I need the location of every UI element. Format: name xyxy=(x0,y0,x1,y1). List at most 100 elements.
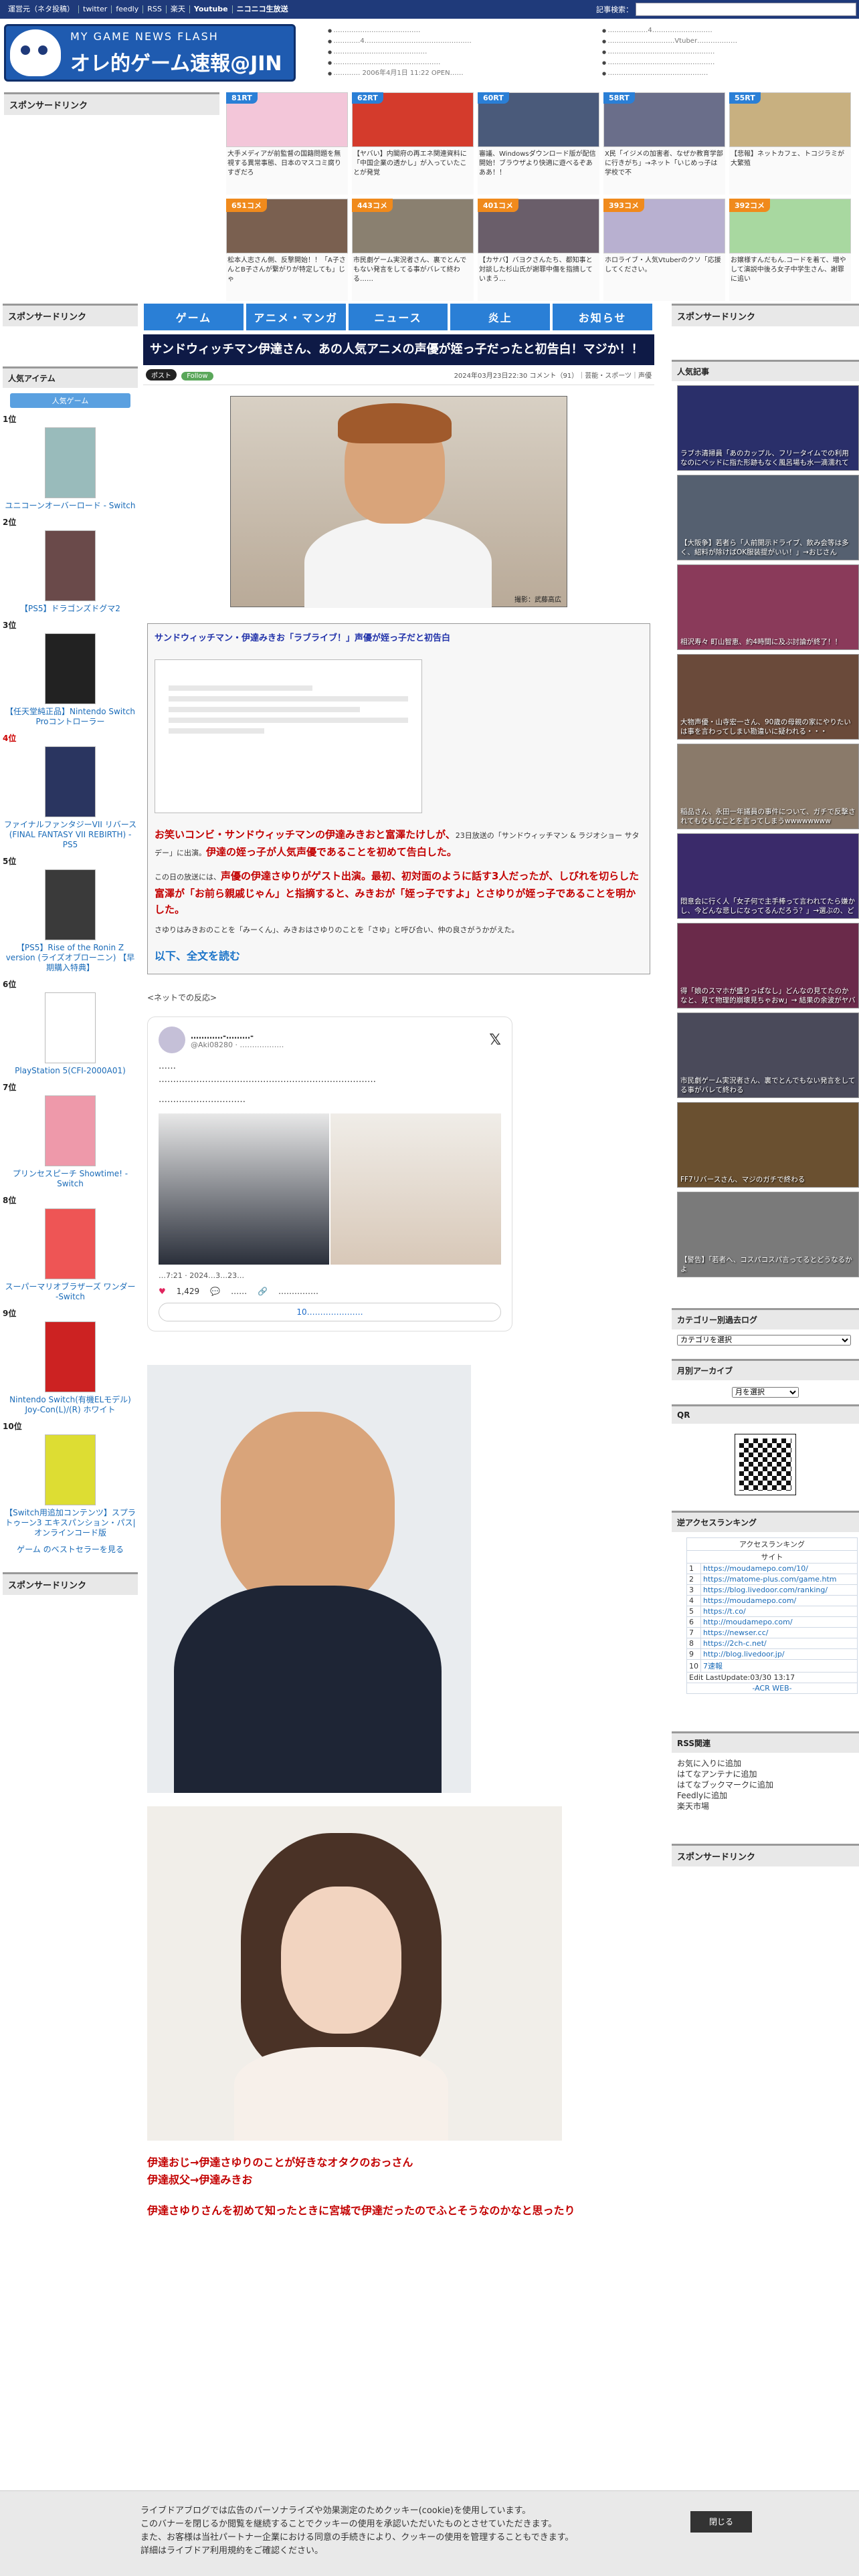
read-more-link[interactable]: 以下、全文を読む xyxy=(155,947,643,963)
header-news-item[interactable]: …………4………………………………………… xyxy=(328,36,555,47)
popular-article-caption[interactable]: FF7リバースさん、マジのガチで終わる xyxy=(680,1175,856,1184)
top-link-3[interactable]: RSS xyxy=(143,5,167,13)
access-site-link[interactable]: https://matome-plus.com/game.htm xyxy=(700,1574,858,1585)
popular-item[interactable]: 2位 【PS5】ドラゴンズドグマ2 xyxy=(3,516,138,614)
product-image[interactable] xyxy=(45,1434,96,1505)
ranking-title[interactable]: 松本人志さん側、反撃開始！！「A子さんとB子さんが繋がりが特定しても」じゃ xyxy=(226,253,348,294)
header-news-item[interactable]: ………………………………………… xyxy=(602,47,856,58)
top-link-1[interactable]: twitter xyxy=(79,5,112,13)
product-image[interactable] xyxy=(45,633,96,704)
nav-tab-4[interactable]: お知らせ xyxy=(553,304,652,330)
tweet-images[interactable] xyxy=(159,1113,501,1265)
product-name[interactable]: ファイナルファンタジーVII リバース(FINAL FANTASY VII RE… xyxy=(3,820,138,850)
popular-item[interactable]: 8位 スーパーマリオブラザーズ ワンダー -Switch xyxy=(3,1194,138,1302)
nav-tab-2[interactable]: ニュース xyxy=(348,304,448,330)
popular-article[interactable]: 相沢寿々 町山智恵、約4時間に及ぶ討論が終了！！ xyxy=(677,564,859,650)
month-select[interactable]: 月を選択 xyxy=(732,1387,799,1398)
header-news-item[interactable]: ………………………………………… xyxy=(602,58,856,68)
popular-article-caption[interactable]: 【大阪争】若者ら「人前開示ドライブ、飲み会等は多く、紹料が除けばOK服装提がいい… xyxy=(680,538,856,557)
popular-article[interactable]: 稲品さん、永田一年議員の事件について、ガチで反撃されてもなもなことを言ってしまう… xyxy=(677,744,859,829)
top-link-0[interactable]: 運営元（ネタ投稿） xyxy=(4,5,79,13)
ranking-item[interactable]: 651コメ 松本人志さん側、反撃開始！！「A子さんとB子さんが繋がりが特定しても」… xyxy=(226,199,348,301)
follow-button[interactable]: Follow xyxy=(181,372,213,381)
ranking-item[interactable]: 401コメ 【カサバ】バヨクさんたち、都知事と対談した杉山氏が謝罪中傷を指摘してい… xyxy=(478,199,599,301)
popular-article[interactable]: 大物声優・山寺宏一さん、90歳の母親の家にやりたいは事を言わってしまい勘違いに疑… xyxy=(677,654,859,740)
read-replies-button[interactable]: 10………………… xyxy=(159,1303,501,1321)
ranking-title[interactable]: 【カサバ】バヨクさんたち、都知事と対談した杉山氏が謝罪中傷を指摘していまう… xyxy=(478,253,599,294)
rss-link[interactable]: お気に入りに追加 xyxy=(677,1758,854,1769)
product-image[interactable] xyxy=(45,1095,96,1166)
rss-link[interactable]: 楽天市場 xyxy=(677,1801,854,1812)
popular-article-caption[interactable]: 稲品さん、永田一年議員の事件について、ガチで反撃されてもなもなことを言ってしまう… xyxy=(680,807,856,826)
ranking-item[interactable]: 81RT 大手メディアが前監督の国籍問題を無視する異常事態、日本のマスコミ腐りすぎ… xyxy=(226,92,348,195)
popular-article-caption[interactable]: ラブホ清掃員「あのカップル、フリータイムでの利用なのにベッドに指た形跡もなく風呂… xyxy=(680,449,856,467)
popular-item[interactable]: 5位 【PS5】Rise of the Ronin Z version (ライズオ… xyxy=(3,855,138,973)
heart-icon[interactable]: ♥ xyxy=(159,1287,166,1296)
popular-article-caption[interactable]: 相沢寿々 町山智恵、約4時間に及ぶ討論が終了！！ xyxy=(680,637,856,647)
ranking-item[interactable]: 62RT 【ヤバい】内閣府の再エネ関連資料に「中国企業の透かし」が入っていたことが… xyxy=(352,92,474,195)
product-name[interactable]: ユニコーンオーバーロード - Switch xyxy=(3,501,138,511)
x-logo-icon[interactable]: 𝕏 xyxy=(489,1032,501,1049)
top-link-4[interactable]: 楽天 xyxy=(167,5,190,13)
header-news-item[interactable]: …………………………Vtuber……………… xyxy=(602,36,856,47)
popular-article[interactable]: 悶意会に行く人「女子何で主手棒って言われてたら嫌かし、今どんな悲しになってるんだ… xyxy=(677,833,859,919)
popular-article[interactable]: 【大阪争】若者ら「人前開示ドライブ、飲み会等は多く、紹料が除けばOK服装提がいい… xyxy=(677,475,859,560)
avatar[interactable] xyxy=(159,1027,185,1053)
top-link-5[interactable]: Youtube xyxy=(190,5,233,13)
popular-article[interactable]: 【警告】「若者へ、コスパコスパ言ってるとどうなるかよ xyxy=(677,1192,859,1277)
popular-games-tab[interactable]: 人気ゲーム xyxy=(10,393,130,408)
product-name[interactable]: 【PS5】ドラゴンズドグマ2 xyxy=(3,604,138,614)
popular-article[interactable]: ラブホ清掃員「あのカップル、フリータイムでの利用なのにベッドに指た形跡もなく風呂… xyxy=(677,385,859,471)
header-news-item[interactable]: ………………………………… xyxy=(328,25,555,36)
access-site-link[interactable]: http://blog.livedoor.jp/ xyxy=(700,1648,858,1660)
popular-article-caption[interactable]: 悶意会に行く人「女子何で主手棒って言われてたら嫌かし、今どんな悲しになってるんだ… xyxy=(680,897,856,916)
nav-tab-1[interactable]: アニメ・マンガ xyxy=(246,304,346,330)
access-site-link[interactable]: http://moudamepo.com/ xyxy=(700,1616,858,1628)
ranking-title[interactable]: ホロライブ・人気Vtuberのクソ「応援してください。 xyxy=(603,253,725,294)
x-post-button[interactable]: ポスト xyxy=(146,369,177,381)
popular-item[interactable]: 10位 【Switch用追加コンテンツ】スプラトゥーン3 エキスパンション・パス|… xyxy=(3,1420,138,1538)
access-site-link[interactable]: https://newser.cc/ xyxy=(700,1627,858,1638)
product-image[interactable] xyxy=(45,992,96,1063)
product-name[interactable]: 【任天堂純正品】Nintendo Switch Proコントローラー xyxy=(3,707,138,727)
popular-article-caption[interactable]: 市民劇ゲーム実況者さん、裏でとんでもない発言をしてる事がバレて終わる xyxy=(680,1076,856,1095)
popular-article-caption[interactable]: 得「娘のスマホが盛りっぱなし」どんなの見てたのかなと、見て物理的崩壊見ちゃおw」… xyxy=(680,986,856,1005)
ranking-item[interactable]: 55RT 【悲報】ネットカフェ、トコジラミが大繁殖 xyxy=(729,92,851,195)
popular-item[interactable]: 6位 PlayStation 5(CFI-2000A01) xyxy=(3,978,138,1076)
ranking-item[interactable]: 392コメ お嬢様すんだもん.コードを着て、増やして演説中後ろ女子中学生さん、謝罪… xyxy=(729,199,851,301)
popular-item[interactable]: 7位 プリンセスピーチ Showtime! -Switch xyxy=(3,1081,138,1189)
reply-icon[interactable]: 💬 xyxy=(210,1287,220,1296)
bestseller-link[interactable]: ゲーム のベストセラーを見る xyxy=(3,1543,138,1555)
popular-article[interactable]: FF7リバースさん、マジのガチで終わる xyxy=(677,1102,859,1188)
product-name[interactable]: スーパーマリオブラザーズ ワンダー -Switch xyxy=(3,1282,138,1302)
access-site-link[interactable]: https://t.co/ xyxy=(700,1606,858,1617)
nav-tab-3[interactable]: 炎上 xyxy=(450,304,551,330)
access-site-link[interactable]: https://moudamepo.com/10/ xyxy=(700,1563,858,1574)
ranking-item[interactable]: 393コメ ホロライブ・人気Vtuberのクソ「応援してください。 xyxy=(603,199,725,301)
ranking-title[interactable]: 審議、Windowsダウンロード版が配信開始！ブラウザより快適に遊べるぞあああ！… xyxy=(478,147,599,187)
product-name[interactable]: プリンセスピーチ Showtime! -Switch xyxy=(3,1169,138,1189)
access-site-link[interactable]: https://2ch-c.net/ xyxy=(700,1638,858,1649)
popular-article[interactable]: 得「娘のスマホが盛りっぱなし」どんなの見てたのかなと、見て物理的崩壊見ちゃおw」… xyxy=(677,923,859,1008)
popular-article[interactable]: 市民劇ゲーム実況者さん、裏でとんでもない発言をしてる事がバレて終わる xyxy=(677,1012,859,1098)
rss-link[interactable]: Feedlyに追加 xyxy=(677,1790,854,1801)
cookie-close-button[interactable]: 閉じる xyxy=(690,2511,752,2533)
product-image[interactable] xyxy=(45,1208,96,1279)
access-site-link[interactable]: https://blog.livedoor.com/ranking/ xyxy=(700,1584,858,1596)
header-news-item[interactable]: …………………………………… xyxy=(328,47,555,58)
ranking-title[interactable]: お嬢様すんだもん.コードを着て、増やして演説中後ろ女子中学生さん、謝罪に追い xyxy=(729,253,851,294)
popular-item[interactable]: 1位 ユニコーンオーバーロード - Switch xyxy=(3,413,138,511)
ranking-item[interactable]: 443コメ 市民劇ゲーム実況者さん、裏でとんでもない発言をしてる事がバレて終わる…… xyxy=(352,199,474,301)
site-logo[interactable]: MY GAME NEWS FLASH オレ的ゲーム速報@JIN xyxy=(4,24,296,82)
top-link-2[interactable]: feedly xyxy=(112,5,144,13)
tweet-user-name[interactable]: …………-………- xyxy=(191,1031,284,1041)
product-name[interactable]: PlayStation 5(CFI-2000A01) xyxy=(3,1066,138,1076)
popular-article-caption[interactable]: 【警告】「若者へ、コスパコスパ言ってるとどうなるかよ xyxy=(680,1255,856,1274)
category-select[interactable]: カテゴリを選択 xyxy=(677,1335,851,1346)
product-name[interactable]: Nintendo Switch(有機ELモデル) Joy-Con(L)/(R) … xyxy=(3,1395,138,1415)
ranking-title[interactable]: X民「イジメの加害者、なぜか教育学部に行きがち」→ネット「いじめっ子は学校で不 xyxy=(603,147,725,187)
ranking-item[interactable]: 60RT 審議、Windowsダウンロード版が配信開始！ブラウザより快適に遊べるぞ… xyxy=(478,92,599,195)
header-news-item[interactable]: ………………………………………… xyxy=(328,58,555,68)
tweet-handle[interactable]: @Aki08280 · ……………… xyxy=(191,1041,284,1049)
rss-link[interactable]: はてなブックマークに追加 xyxy=(677,1780,854,1790)
